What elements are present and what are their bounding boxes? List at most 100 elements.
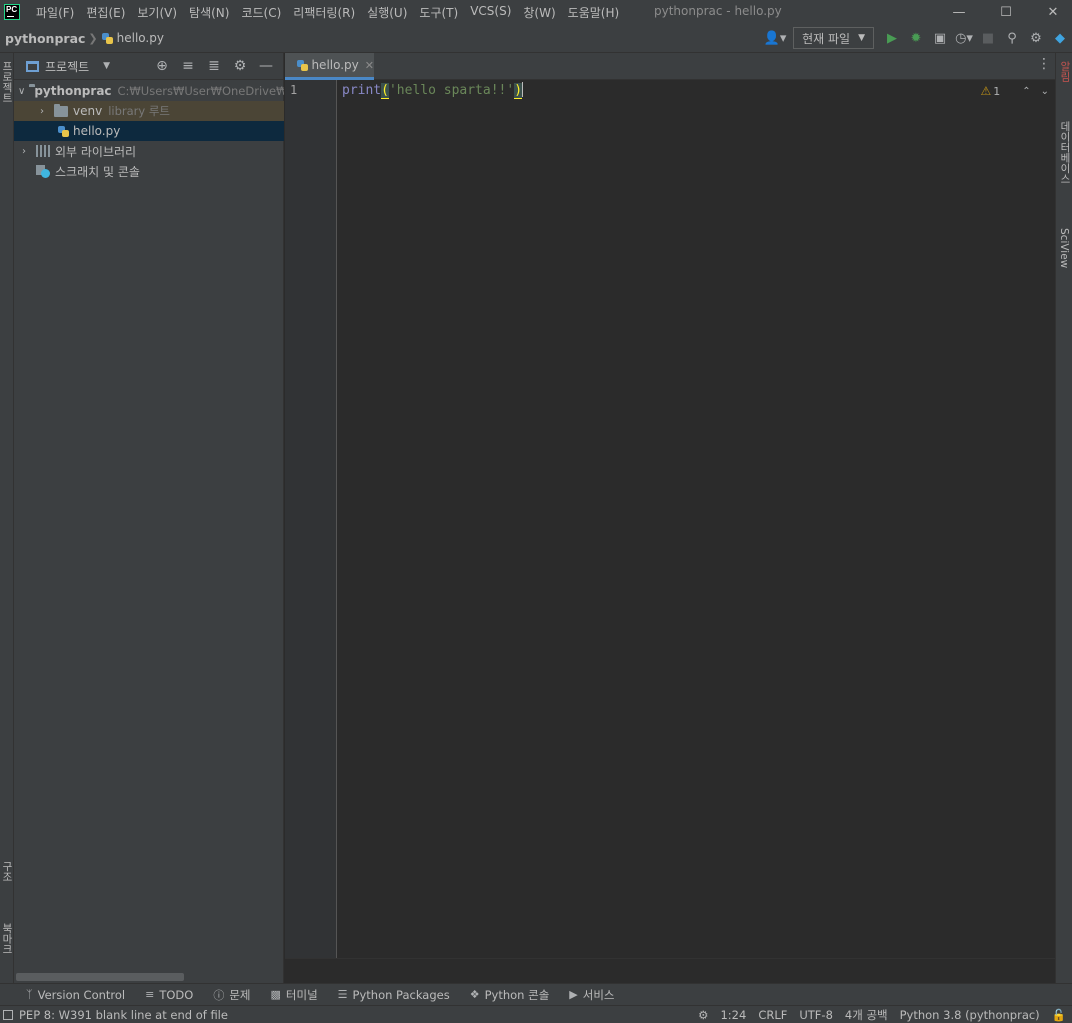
status-widgets: ⚙ 1:24 CRLF UTF-8 4개 공백 Python 3.8 (pyth… [686, 1006, 1066, 1023]
coverage-icon[interactable]: ▣ [928, 26, 952, 50]
chevron-right-icon[interactable]: › [36, 106, 48, 117]
text-caret [522, 82, 524, 97]
editor-tab-bar: hello.py ✕ ⋮ [285, 53, 1055, 80]
tool-problems[interactable]: ⓘ 문제 [213, 987, 250, 1003]
tree-item-hello-py[interactable]: hello.py [14, 121, 284, 141]
python-file-icon [57, 125, 70, 138]
code-line[interactable]: print('hello sparta!!') [342, 82, 524, 99]
more-options-icon[interactable]: ⋮ [1037, 56, 1051, 72]
menu-navigate[interactable]: 탐색(N) [189, 4, 229, 21]
right-tool-strip: 알림 데이터베이스 SciView [1055, 53, 1072, 983]
inspection-widget[interactable]: ⚠ 1 ⌃ ⌄ [980, 84, 1049, 98]
tool-python-console[interactable]: ❖ Python 콘솔 [470, 987, 550, 1003]
sciview-tool-label[interactable]: SciView [1058, 228, 1070, 268]
menu-view[interactable]: 보기(V) [137, 4, 177, 21]
close-tab-icon[interactable]: ✕ [365, 59, 374, 72]
chevron-right-icon[interactable]: › [18, 146, 30, 157]
project-panel-tools: ⊕ ≡ ≣ ⚙ — [149, 56, 279, 76]
menu-file[interactable]: 파일(F) [36, 4, 74, 21]
menu-refactor[interactable]: 리팩터링(R) [293, 4, 355, 21]
run-config-dropdown[interactable]: 현재 파일 ▼ [793, 27, 874, 49]
breadcrumb-file[interactable]: hello.py [101, 31, 164, 45]
warning-count: 1 [993, 84, 1001, 98]
database-tool-label[interactable]: 데이터베이스 [1058, 121, 1072, 184]
project-root-name: pythonprac [34, 84, 112, 98]
tab-hello-py[interactable]: hello.py ✕ [285, 53, 374, 80]
minimize-button[interactable]: — [936, 0, 982, 24]
tab-label: hello.py [311, 58, 359, 72]
run-icon[interactable]: ▶ [880, 26, 904, 50]
gear-icon[interactable]: ⚙ [227, 56, 253, 76]
stop-icon[interactable]: ■ [976, 26, 1000, 50]
tool-version-control-label: Version Control [37, 987, 126, 1002]
lock-icon[interactable]: 🔓 [1052, 1008, 1066, 1022]
notifications-tool-label[interactable]: 알림 [1058, 61, 1072, 82]
menu-code[interactable]: 코드(C) [241, 4, 281, 21]
structure-tool-label[interactable]: 구조 [0, 861, 15, 882]
folder-icon [54, 103, 68, 117]
tree-item-scratches[interactable]: 스크래치 및 콘솔 [14, 161, 284, 181]
bookmarks-tool-label[interactable]: 북마크 [0, 923, 15, 955]
jetbrains-toolbox-icon[interactable]: ◆ [1048, 26, 1072, 50]
python-file-icon [101, 32, 114, 45]
tool-todo[interactable]: ≡ TODO [145, 988, 193, 1002]
logo-text: PC [6, 5, 18, 14]
tool-python-packages[interactable]: ☰ Python Packages [338, 988, 450, 1002]
python-console-icon: ❖ [469, 988, 480, 1001]
project-root-path: C:₩Users₩User₩OneDrive₩바 [117, 84, 284, 98]
interpreter-selector[interactable]: Python 3.8 (pythonprac) [900, 1008, 1040, 1022]
debug-icon[interactable]: ✹ [904, 26, 928, 50]
chevron-down-icon[interactable]: ∨ [18, 86, 25, 97]
chevron-down-icon[interactable]: ▼ [103, 61, 110, 71]
tree-item-venv[interactable]: › venv library 루트 [14, 101, 284, 121]
python-file-icon [296, 59, 309, 72]
external-libraries-label: 외부 라이브러리 [55, 144, 137, 159]
indent-setting[interactable]: 4개 공백 [845, 1007, 888, 1023]
background-tasks-icon[interactable]: ⚙ [698, 1008, 708, 1022]
menu-edit[interactable]: 편집(E) [86, 4, 125, 21]
caret-position[interactable]: 1:24 [720, 1008, 746, 1022]
tool-terminal[interactable]: ▩ 터미널 [271, 987, 318, 1003]
project-tool-label[interactable]: 프로젝트 [0, 61, 15, 103]
tool-python-packages-label: Python Packages [352, 987, 450, 1002]
file-encoding[interactable]: UTF-8 [799, 1008, 833, 1022]
code-editor[interactable]: 1 print('hello sparta!!') ⚠ 1 ⌃ ⌄ [285, 80, 1055, 958]
venv-name: venv [73, 104, 103, 118]
profile-icon[interactable]: ◷▾ [952, 26, 976, 50]
title-bar: PC 파일(F) 편집(E) 보기(V) 탐색(N) 코드(C) 리팩터링(R)… [0, 0, 1072, 24]
menu-tools[interactable]: 도구(T) [419, 4, 458, 21]
tool-window-bar: ᛉ Version Control ≡ TODO ⓘ 문제 ▩ 터미널 ☰ Python … [0, 983, 1072, 1005]
tool-services-label: 서비스 [582, 987, 615, 1002]
horizontal-scrollbar[interactable] [16, 973, 184, 981]
expand-all-icon[interactable]: ≡ [175, 56, 201, 76]
tool-window-toggle-icon[interactable] [3, 1009, 13, 1020]
tool-problems-label: 문제 [229, 987, 251, 1002]
user-icon[interactable]: 👤▾ [763, 26, 787, 50]
search-icon[interactable]: ⚲ [1000, 26, 1024, 50]
locate-file-icon[interactable]: ⊕ [149, 56, 175, 76]
project-panel-title[interactable]: 프로젝트 [45, 58, 89, 75]
navigation-bar: pythonprac ❯ hello.py 👤▾ 현재 파일 ▼ ▶ ✹ ▣ ◷… [0, 24, 1072, 53]
breadcrumb-separator-icon: ❯ [88, 31, 98, 45]
tree-item-project-root[interactable]: ∨ pythonprac C:₩Users₩User₩OneDrive₩바 [14, 81, 284, 101]
breadcrumb-project[interactable]: pythonprac [5, 31, 85, 46]
maximize-button[interactable]: ☐ [983, 0, 1029, 24]
line-separator[interactable]: CRLF [758, 1008, 787, 1022]
next-problem-icon[interactable]: ⌄ [1041, 86, 1049, 97]
file-name: hello.py [73, 124, 121, 138]
menu-run[interactable]: 실행(U) [367, 4, 407, 21]
hide-panel-icon[interactable]: — [253, 56, 279, 76]
previous-problem-icon[interactable]: ⌃ [1022, 86, 1030, 97]
status-message[interactable]: PEP 8: W391 blank line at end of file [3, 1008, 228, 1022]
menu-window[interactable]: 창(W) [523, 4, 555, 21]
menu-help[interactable]: 도움말(H) [568, 4, 620, 21]
menu-vcs[interactable]: VCS(S) [470, 4, 511, 21]
gear-icon[interactable]: ⚙ [1024, 26, 1048, 50]
tree-item-external-libraries[interactable]: › 외부 라이브러리 [14, 141, 284, 161]
tool-version-control[interactable]: ᛉ Version Control [26, 988, 125, 1002]
collapse-all-icon[interactable]: ≣ [201, 56, 227, 76]
close-window-button[interactable]: ✕ [1030, 0, 1072, 24]
code-close-paren: ) [514, 83, 523, 99]
tool-services[interactable]: ▶ 서비스 [569, 987, 614, 1003]
library-icon [36, 145, 50, 157]
